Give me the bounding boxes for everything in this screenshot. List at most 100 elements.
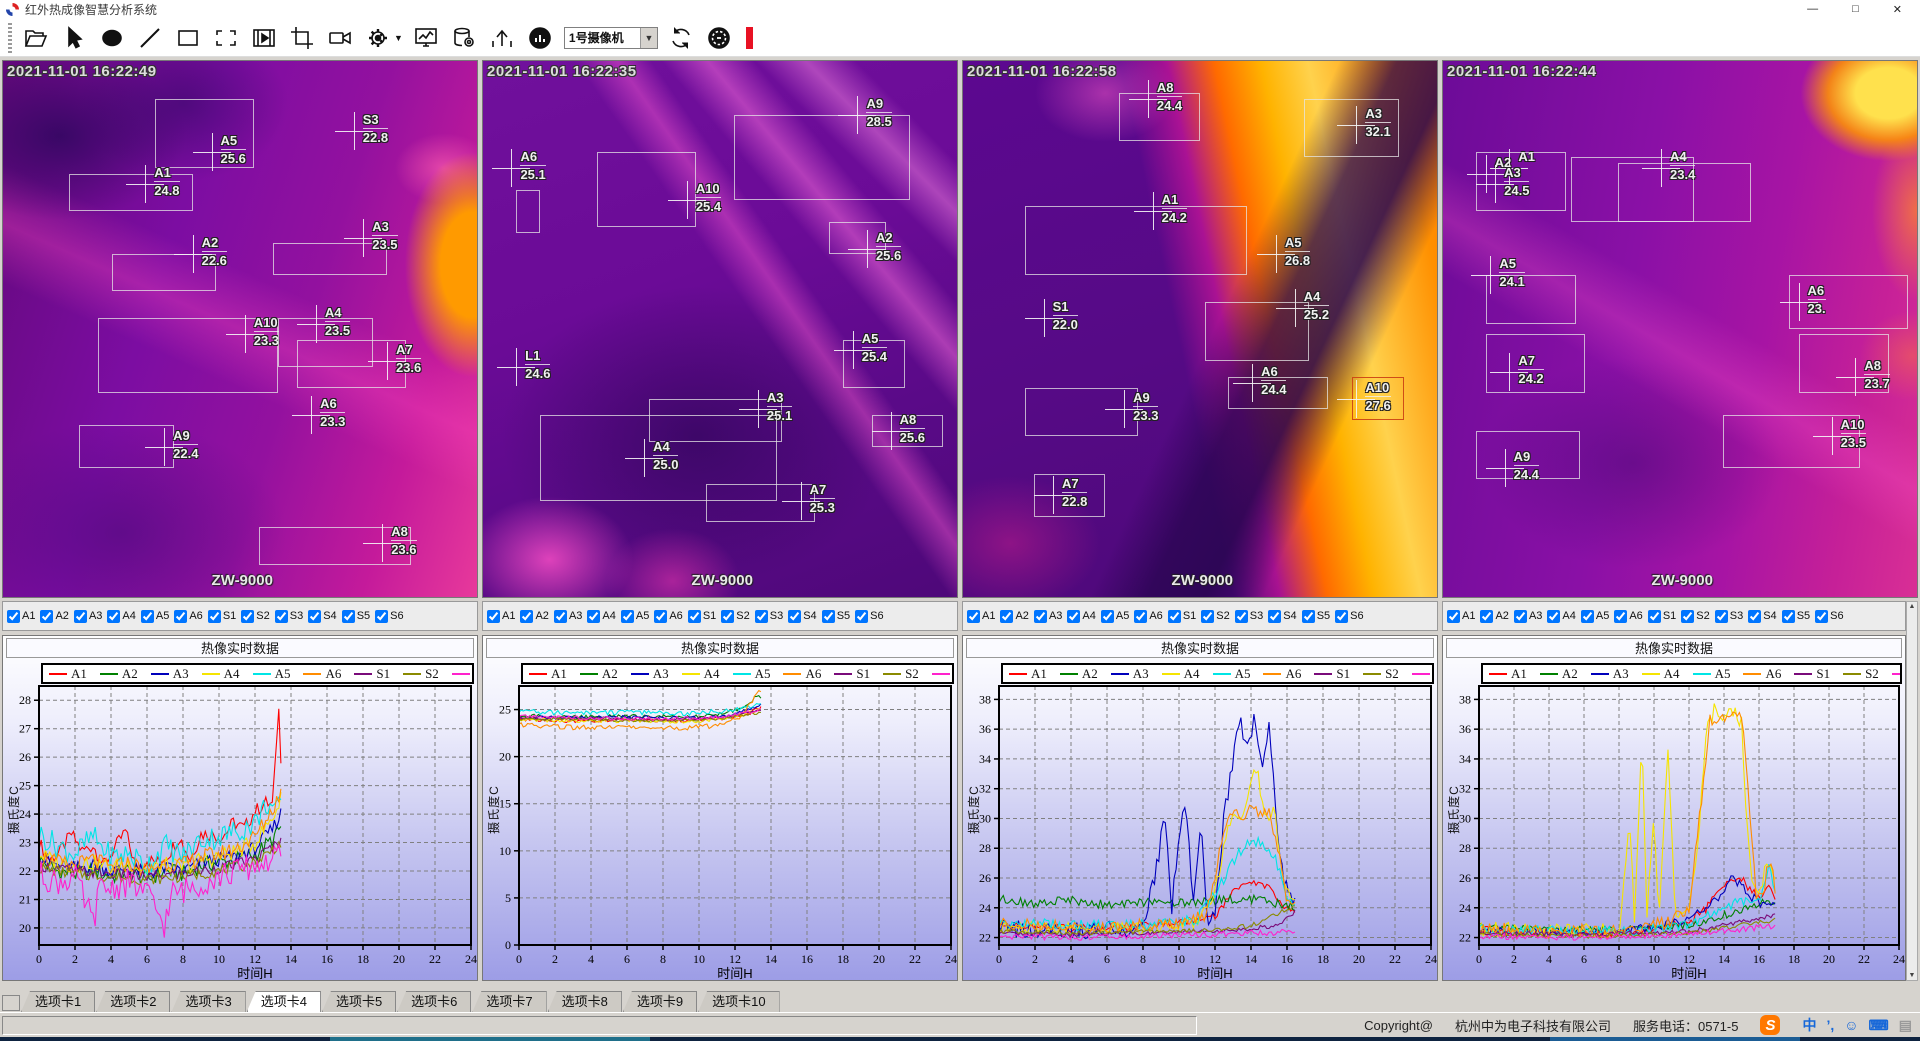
- checkbox-a1[interactable]: A1: [487, 610, 515, 623]
- checkbox-a4[interactable]: A4: [587, 610, 615, 623]
- checkbox-input-s2[interactable]: [721, 610, 734, 623]
- checkbox-input-s3[interactable]: [1715, 610, 1728, 623]
- checkbox-s5[interactable]: S5: [342, 610, 370, 623]
- checkbox-a6[interactable]: A6: [174, 610, 202, 623]
- checkbox-s1[interactable]: S1: [1648, 610, 1676, 623]
- close-button[interactable]: ✕: [1893, 3, 1902, 16]
- tab-选项卡9[interactable]: 选项卡9: [623, 991, 697, 1012]
- ime-sogou-icon[interactable]: S: [1760, 1015, 1780, 1035]
- checkbox-input-s5[interactable]: [822, 610, 835, 623]
- checkbox-a3[interactable]: A3: [1514, 610, 1542, 623]
- checkbox-a6[interactable]: A6: [1614, 610, 1642, 623]
- database-settings-button[interactable]: [450, 23, 479, 52]
- checkbox-input-s5[interactable]: [1302, 610, 1315, 623]
- checkbox-s1[interactable]: S1: [208, 610, 236, 623]
- checkbox-s4[interactable]: S4: [788, 610, 816, 623]
- checkbox-s2[interactable]: S2: [241, 610, 269, 623]
- settings-button[interactable]: [363, 23, 392, 52]
- checkbox-a1[interactable]: A1: [7, 610, 35, 623]
- checkbox-s4[interactable]: S4: [308, 610, 336, 623]
- chart-scrollbar[interactable]: ▲▼: [1906, 601, 1918, 981]
- checkbox-input-s6[interactable]: [855, 610, 868, 623]
- checkbox-input-a2[interactable]: [1000, 610, 1013, 623]
- checkbox-a5[interactable]: A5: [141, 610, 169, 623]
- checkbox-input-s2[interactable]: [1201, 610, 1214, 623]
- checkbox-input-a1[interactable]: [967, 610, 980, 623]
- checkbox-input-s4[interactable]: [308, 610, 321, 623]
- tab-选项卡2[interactable]: 选项卡2: [96, 991, 170, 1012]
- checkbox-input-a5[interactable]: [621, 610, 634, 623]
- checkbox-input-a4[interactable]: [1067, 610, 1080, 623]
- checkbox-input-s2[interactable]: [241, 610, 254, 623]
- checkbox-a1[interactable]: A1: [967, 610, 995, 623]
- checkbox-input-s1[interactable]: [688, 610, 701, 623]
- checkbox-s5[interactable]: S5: [822, 610, 850, 623]
- checkbox-a6[interactable]: A6: [1134, 610, 1162, 623]
- checkbox-input-a6[interactable]: [654, 610, 667, 623]
- checkbox-a3[interactable]: A3: [554, 610, 582, 623]
- checkbox-s3[interactable]: S3: [1235, 610, 1263, 623]
- checkbox-s6[interactable]: S6: [1815, 610, 1843, 623]
- checkbox-input-a1[interactable]: [487, 610, 500, 623]
- checkbox-input-s1[interactable]: [208, 610, 221, 623]
- checkbox-input-a2[interactable]: [520, 610, 533, 623]
- refresh-button[interactable]: [667, 23, 696, 52]
- checkbox-s4[interactable]: S4: [1748, 610, 1776, 623]
- checkbox-input-s5[interactable]: [342, 610, 355, 623]
- checkbox-a3[interactable]: A3: [1034, 610, 1062, 623]
- video-play-button[interactable]: [249, 23, 278, 52]
- checkbox-s2[interactable]: S2: [1681, 610, 1709, 623]
- checkbox-s1[interactable]: S1: [688, 610, 716, 623]
- open-file-button[interactable]: [21, 23, 50, 52]
- checkbox-s4[interactable]: S4: [1268, 610, 1296, 623]
- checkbox-input-a4[interactable]: [1547, 610, 1560, 623]
- checkbox-input-s5[interactable]: [1782, 610, 1795, 623]
- checkbox-a4[interactable]: A4: [1067, 610, 1095, 623]
- select-cursor-button[interactable]: [59, 23, 88, 52]
- ime-punctuation-icon[interactable]: ’,: [1826, 1017, 1834, 1033]
- checkbox-input-a1[interactable]: [1447, 610, 1460, 623]
- checkbox-a1[interactable]: A1: [1447, 610, 1475, 623]
- tab-选项卡6[interactable]: 选项卡6: [397, 991, 471, 1012]
- checkbox-a2[interactable]: A2: [1480, 610, 1508, 623]
- checkbox-input-s4[interactable]: [1748, 610, 1761, 623]
- stats-button[interactable]: [526, 23, 555, 52]
- checkbox-s3[interactable]: S3: [755, 610, 783, 623]
- tab-选项卡7[interactable]: 选项卡7: [472, 991, 546, 1012]
- checkbox-input-s6[interactable]: [375, 610, 388, 623]
- maximize-button[interactable]: □: [1852, 3, 1859, 16]
- checkbox-input-a2[interactable]: [1480, 610, 1493, 623]
- checkbox-s3[interactable]: S3: [1715, 610, 1743, 623]
- checkbox-s5[interactable]: S5: [1782, 610, 1810, 623]
- checkbox-input-a1[interactable]: [7, 610, 20, 623]
- tab-选项卡8[interactable]: 选项卡8: [548, 991, 622, 1012]
- checkbox-s2[interactable]: S2: [721, 610, 749, 623]
- tab-选项卡1[interactable]: 选项卡1: [21, 991, 95, 1012]
- checkbox-a5[interactable]: A5: [621, 610, 649, 623]
- checkbox-input-a5[interactable]: [141, 610, 154, 623]
- chevron-down-icon[interactable]: ▼: [640, 28, 657, 48]
- scroll-down-icon[interactable]: ▼: [1909, 972, 1916, 979]
- checkbox-input-a6[interactable]: [1134, 610, 1147, 623]
- tab-选项卡5[interactable]: 选项卡5: [322, 991, 396, 1012]
- checkbox-input-a3[interactable]: [1034, 610, 1047, 623]
- checkbox-a6[interactable]: A6: [654, 610, 682, 623]
- checkbox-a3[interactable]: A3: [74, 610, 102, 623]
- checkbox-a2[interactable]: A2: [1000, 610, 1028, 623]
- checkbox-input-s4[interactable]: [1268, 610, 1281, 623]
- checkbox-s2[interactable]: S2: [1201, 610, 1229, 623]
- checkbox-input-s2[interactable]: [1681, 610, 1694, 623]
- ime-toolbox-icon[interactable]: ▤: [1899, 1017, 1912, 1034]
- checkbox-input-a5[interactable]: [1101, 610, 1114, 623]
- tab-选项卡4[interactable]: 选项卡4: [247, 991, 321, 1012]
- checkbox-a5[interactable]: A5: [1101, 610, 1129, 623]
- checkbox-input-a4[interactable]: [587, 610, 600, 623]
- checkbox-input-s1[interactable]: [1168, 610, 1181, 623]
- ime-language-icon[interactable]: 中: [1802, 1015, 1816, 1035]
- checkbox-s1[interactable]: S1: [1168, 610, 1196, 623]
- checkbox-input-a5[interactable]: [1581, 610, 1594, 623]
- checkbox-s6[interactable]: S6: [1335, 610, 1363, 623]
- checkbox-input-s6[interactable]: [1335, 610, 1348, 623]
- checkbox-a4[interactable]: A4: [107, 610, 135, 623]
- checkbox-a2[interactable]: A2: [520, 610, 548, 623]
